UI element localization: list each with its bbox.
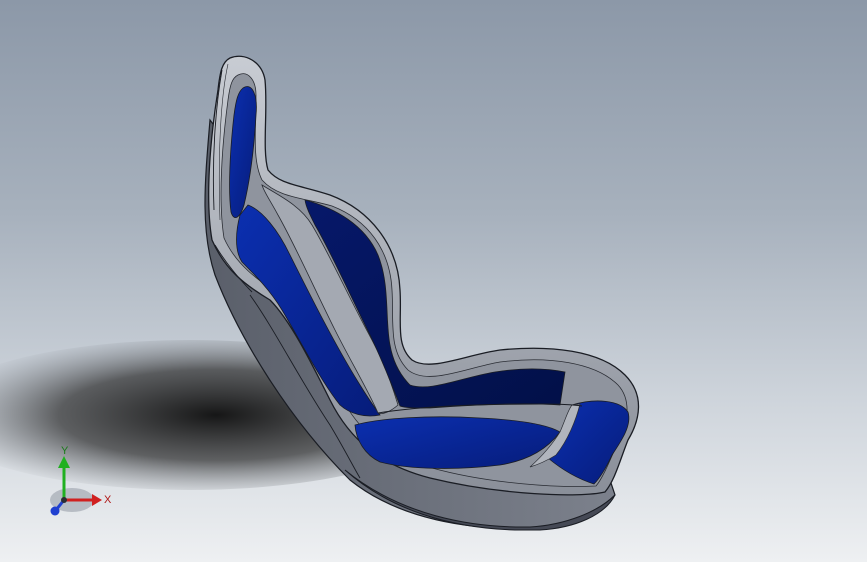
coordinate-triad: Y X — [50, 445, 112, 516]
triad-origin-icon — [61, 497, 67, 503]
x-axis-label: X — [104, 494, 112, 506]
graphics-viewport[interactable]: Y X — [0, 0, 867, 562]
z-axis-tip-icon — [50, 506, 60, 516]
model-view[interactable] — [0, 0, 867, 562]
y-axis-arrow-icon — [58, 456, 70, 468]
x-axis-arrow-icon — [92, 494, 102, 506]
y-axis-label: Y — [61, 445, 69, 457]
